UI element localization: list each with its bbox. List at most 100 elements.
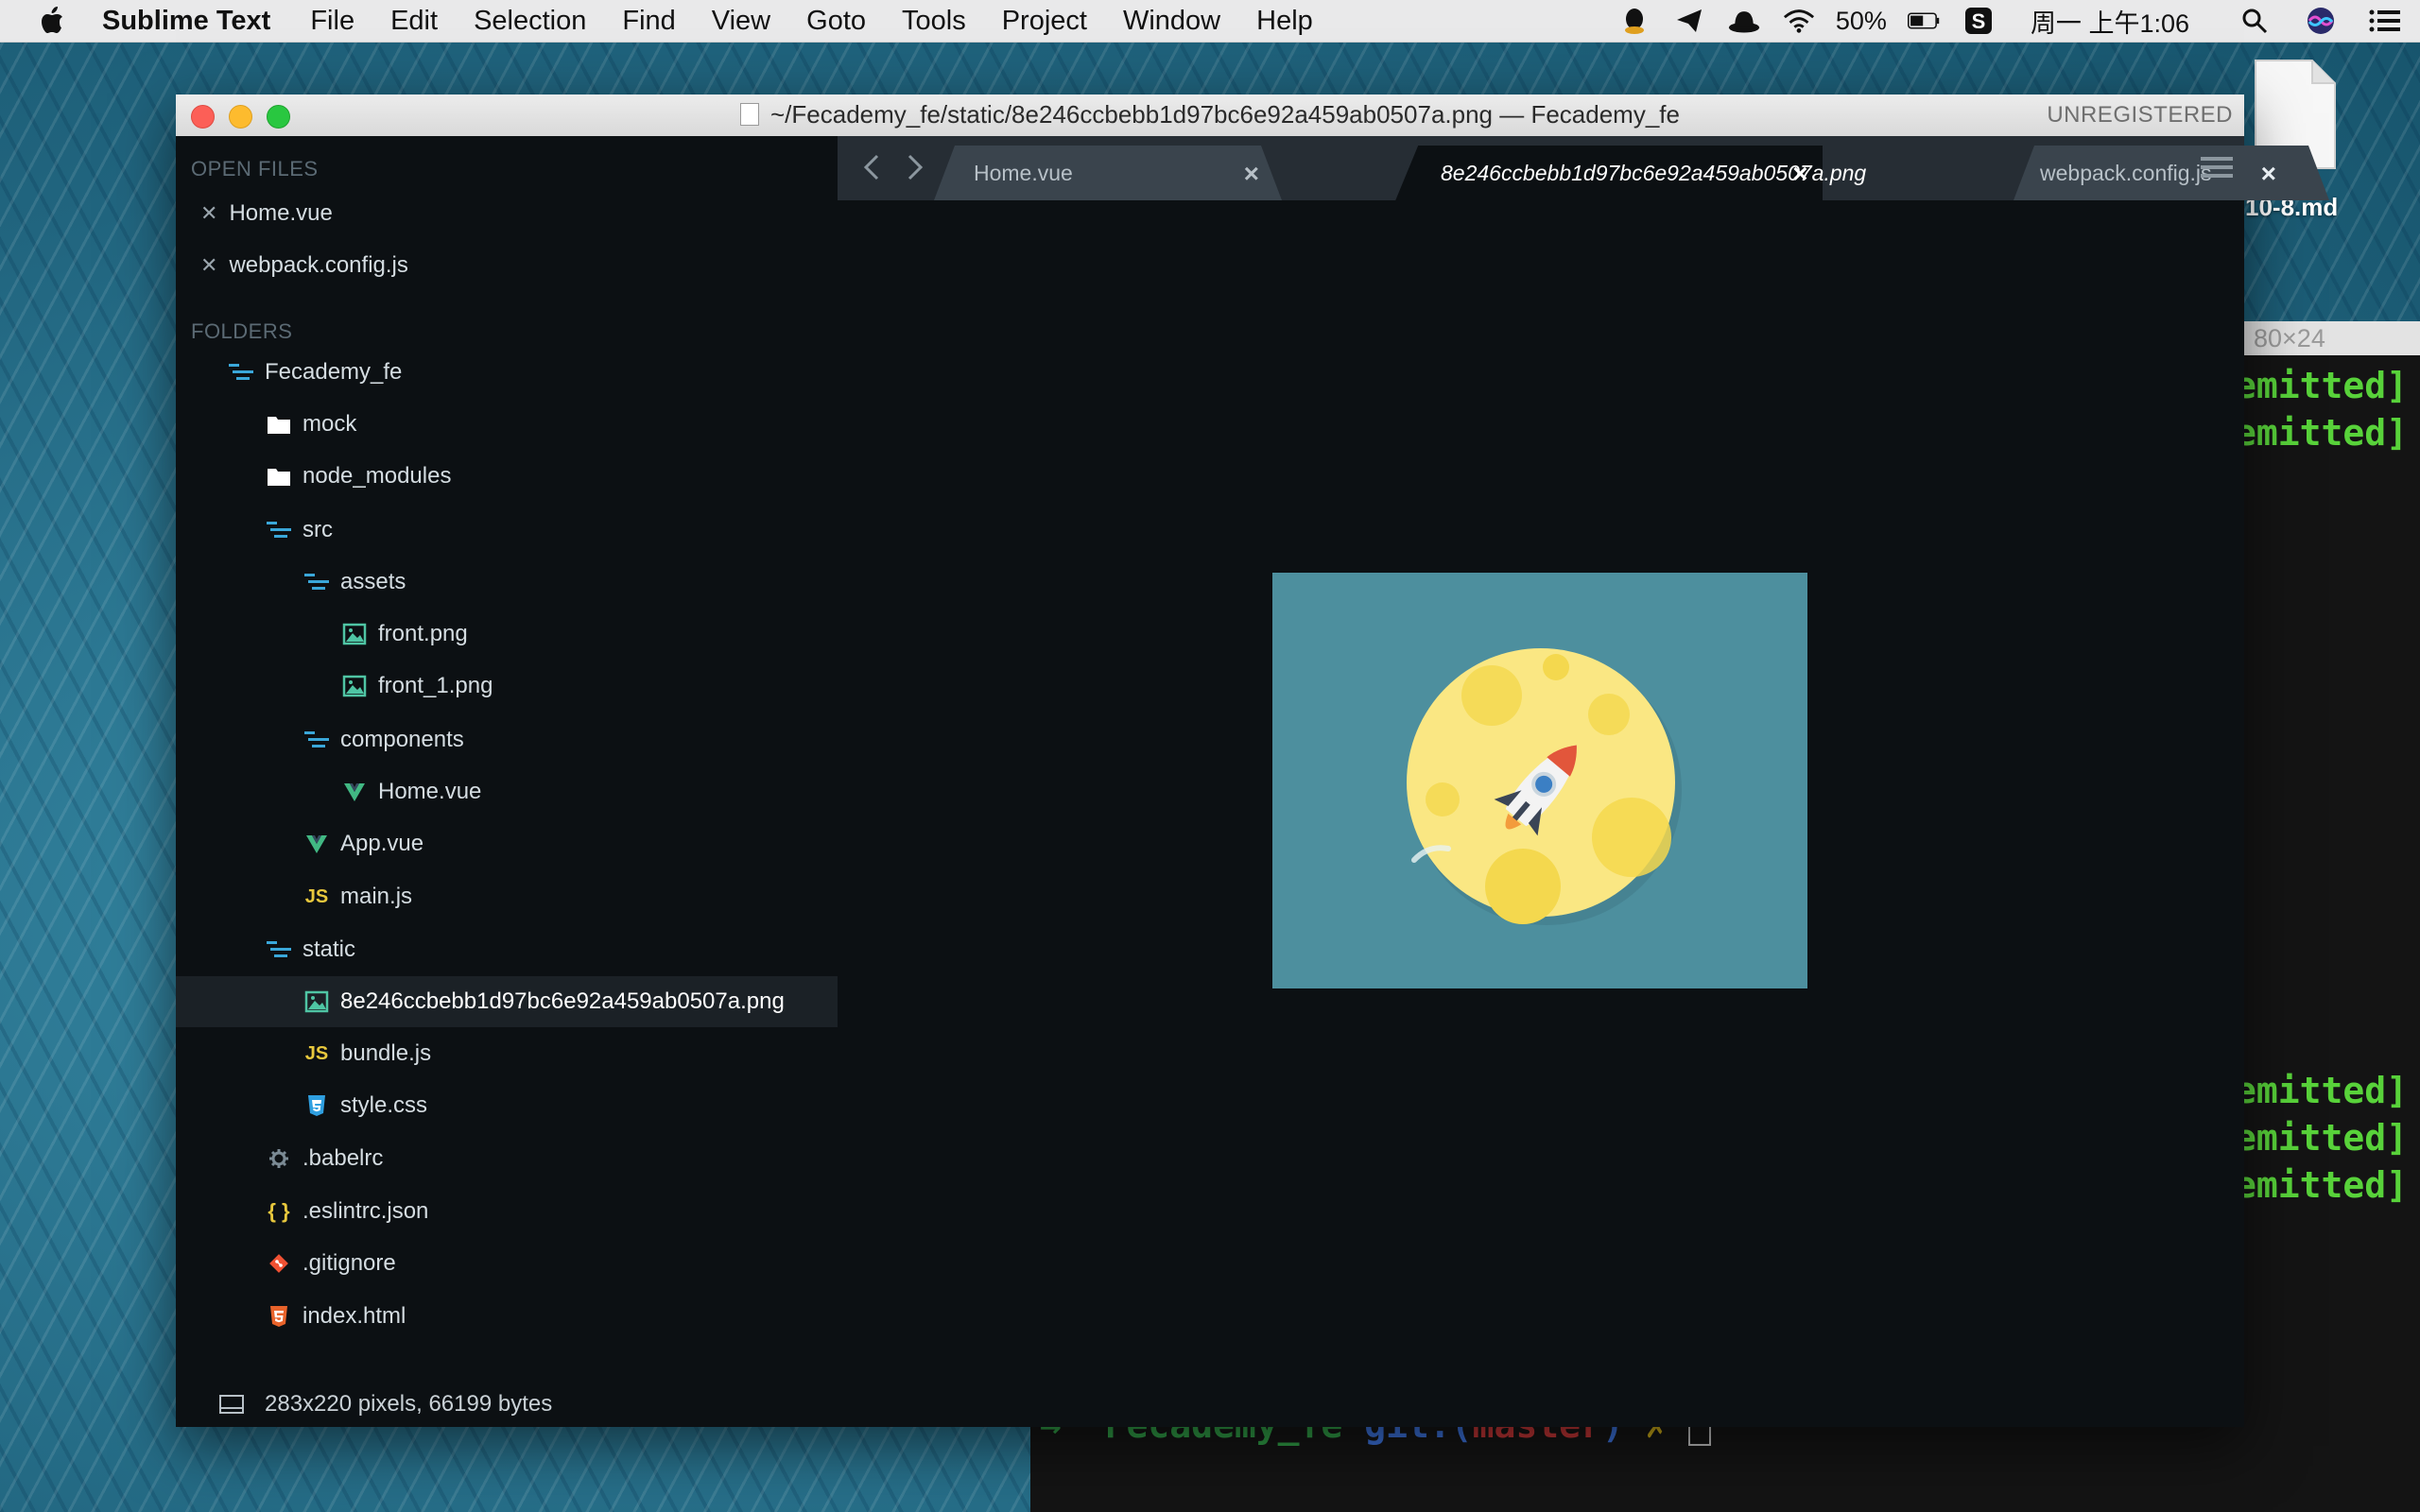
apple-icon[interactable] (34, 2, 72, 40)
tree-item-label: 8e246ccbebb1d97bc6e92a459ab0507a.png (340, 988, 785, 1014)
battery-percent: 50% (1835, 6, 1887, 35)
menu-help[interactable]: Help (1256, 6, 1313, 37)
terminal-line: emitted] (2235, 365, 2409, 406)
menubar: Sublime Text File Edit Selection Find Vi… (0, 0, 2420, 43)
js-file-icon: JS (304, 1042, 329, 1064)
sogou-input-icon[interactable]: S (1962, 5, 1995, 37)
json-file-icon: { } (268, 1199, 290, 1223)
tree-item-node-modules[interactable]: node_modules (176, 451, 928, 502)
tree-item-src[interactable]: src (176, 505, 928, 556)
close-icon[interactable]: × (2261, 159, 2276, 189)
window-title: ~/Fecademy_fe/static/8e246ccbebb1d97bc6e… (176, 100, 2244, 129)
image-file-icon (304, 989, 329, 1014)
tree-item-label: .gitignore (302, 1250, 396, 1276)
chevron-right-icon[interactable] (900, 153, 928, 181)
tree-item-label: static (302, 936, 356, 962)
tree-item-label: assets (340, 569, 406, 594)
tree-item-label: node_modules (302, 463, 452, 489)
folder-open-icon (267, 937, 291, 962)
terminal-line: emitted] (2235, 412, 2409, 454)
folder-open-icon (304, 728, 329, 752)
terminal-line: emitted] (2235, 1117, 2409, 1159)
vue-file-icon (304, 832, 329, 856)
menubar-status-area: 50% S 周一 上午1:06 (1607, 0, 2420, 42)
tab-label: Home.vue (974, 160, 1073, 185)
menu-selection[interactable]: Selection (474, 6, 586, 37)
menu-find[interactable]: Find (622, 6, 675, 37)
tree-item-label: src (302, 517, 333, 542)
tree-item-label: main.js (340, 884, 413, 909)
tab-label: webpack.config.js (2040, 160, 2212, 185)
menu-tools[interactable]: Tools (902, 6, 966, 37)
tree-item-fecademy-fe[interactable]: Fecademy_fe (176, 347, 890, 398)
status-bar: 283x220 pixels, 66199 bytes (176, 1382, 881, 1427)
menu-file[interactable]: File (310, 6, 354, 37)
menu-goto[interactable]: Goto (806, 6, 866, 37)
close-icon[interactable]: × (1792, 159, 1807, 189)
css-file-icon (304, 1093, 329, 1118)
qq-icon[interactable] (1618, 5, 1651, 37)
unregistered-label: UNREGISTERED (2047, 102, 2233, 128)
sublime-window: ~/Fecademy_fe/static/8e246ccbebb1d97bc6e… (176, 94, 2329, 1427)
tree-item-label: Fecademy_fe (265, 359, 403, 385)
tree-item-label: mock (302, 411, 357, 437)
js-file-icon: JS (304, 885, 329, 907)
tree-item-label: index.html (302, 1303, 406, 1329)
window-title-text: ~/Fecademy_fe/static/8e246ccbebb1d97bc6e… (770, 100, 1680, 129)
menu-app-name[interactable]: Sublime Text (102, 6, 270, 37)
chevron-left-icon[interactable] (858, 153, 887, 181)
folder-open-icon (267, 518, 291, 542)
tree-item-label: front_1.png (378, 673, 493, 698)
siri-icon[interactable] (2305, 5, 2337, 37)
vue-file-icon (342, 780, 367, 804)
tree-item-label: .babelrc (302, 1145, 384, 1171)
document-proxy-icon[interactable] (740, 103, 759, 126)
folder-open-icon (229, 360, 253, 385)
folders-header: FOLDERS (191, 319, 293, 343)
tree-item-label: front.png (378, 621, 468, 646)
folder-icon (267, 464, 291, 489)
menu-project[interactable]: Project (1002, 6, 1087, 37)
panel-toggle-icon[interactable] (219, 1392, 244, 1417)
html-file-icon (267, 1304, 291, 1329)
open-file-label: webpack.config.js (229, 252, 408, 278)
editor-area[interactable] (838, 202, 2244, 1427)
open-file-label: Home.vue (229, 200, 333, 226)
tree-item-label: .eslintrc.json (302, 1198, 429, 1224)
menubar-clock[interactable]: 周一 上午1:06 (2031, 3, 2189, 40)
terminal-size-label: 80×24 (2240, 321, 2420, 355)
hat-icon[interactable] (1728, 5, 1760, 37)
tree-item-static[interactable]: static (176, 924, 928, 975)
battery-icon[interactable] (1907, 5, 1940, 37)
tab-home-vue[interactable]: Home.vue × (934, 146, 1282, 200)
close-icon[interactable]: ✕ (200, 201, 217, 226)
tree-item-label: bundle.js (340, 1040, 432, 1066)
rocket-moon-illustration (1407, 648, 1682, 925)
window-titlebar[interactable]: ~/Fecademy_fe/static/8e246ccbebb1d97bc6e… (176, 94, 2244, 137)
hamburger-menu-icon[interactable] (2201, 155, 2233, 180)
spotlight-search-icon[interactable] (2238, 5, 2271, 37)
open-file-item[interactable]: ✕ webpack.config.js (176, 240, 862, 291)
terminal-line: emitted] (2235, 1070, 2409, 1111)
menu-window[interactable]: Window (1123, 6, 1220, 37)
wifi-icon[interactable] (1783, 5, 1815, 37)
menu-edit[interactable]: Edit (390, 6, 438, 37)
tree-item-gitignore[interactable]: .gitignore (176, 1238, 928, 1289)
send-icon[interactable] (1673, 5, 1705, 37)
tree-item-babelrc[interactable]: .babelrc (176, 1133, 928, 1184)
tab-webpack-config[interactable]: webpack.config.js × (2014, 146, 2329, 200)
open-file-item[interactable]: ✕ Home.vue (176, 188, 862, 239)
menu-view[interactable]: View (712, 6, 770, 37)
close-icon[interactable]: ✕ (200, 253, 217, 278)
notification-center-icon[interactable] (2369, 5, 2401, 37)
tree-item-label: App.vue (340, 831, 424, 856)
close-icon[interactable]: × (1244, 159, 1259, 189)
tree-item-mock[interactable]: mock (176, 399, 928, 450)
tab-active-png[interactable]: 8e246ccbebb1d97bc6e92a459ab0507a.png × (1386, 146, 1866, 224)
tree-item-index-html[interactable]: index.html (176, 1291, 928, 1342)
tree-item-eslintrc[interactable]: { } .eslintrc.json (176, 1186, 928, 1237)
tree-item-label: components (340, 727, 464, 752)
tree-item-label: Home.vue (378, 779, 482, 804)
image-file-icon (342, 674, 367, 698)
svg-text:S: S (1972, 9, 1986, 33)
